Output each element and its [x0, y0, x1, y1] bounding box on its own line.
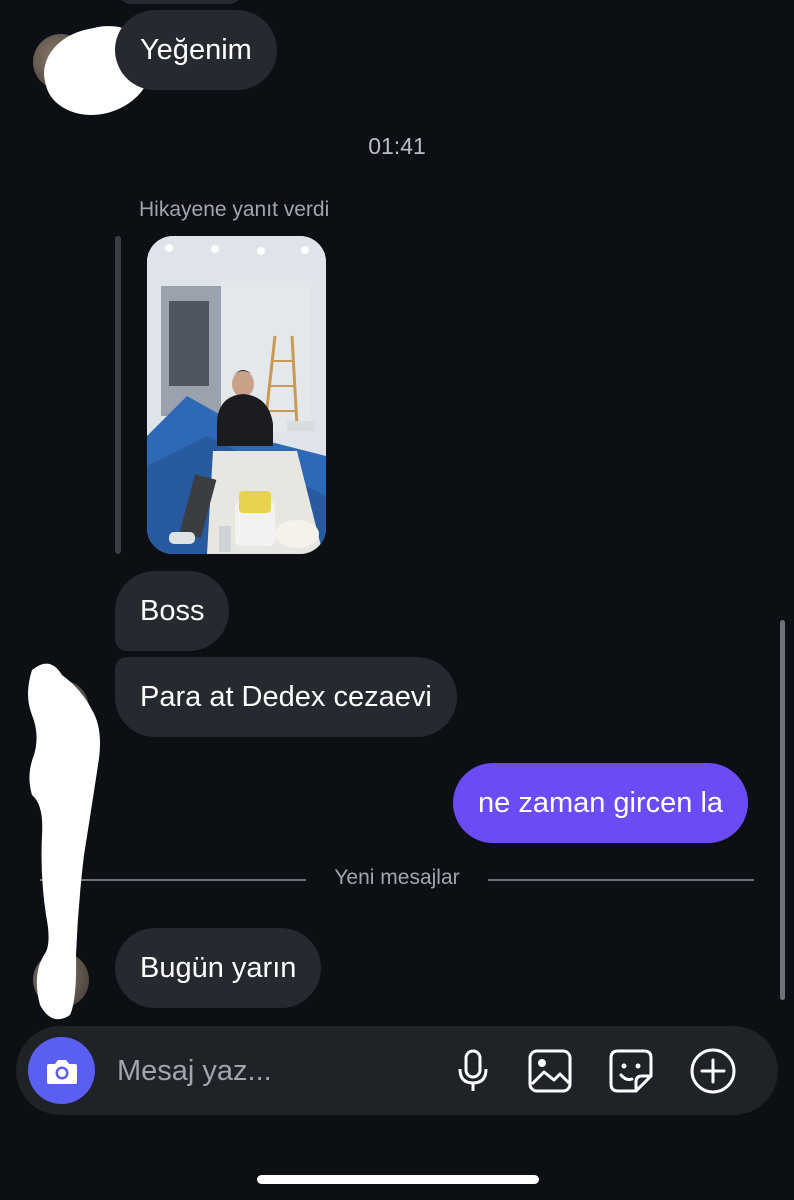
- microphone-icon: [458, 1049, 488, 1091]
- redaction-scribble: [28, 663, 100, 1020]
- story-photo: [147, 236, 326, 554]
- message-bubble-incoming[interactable]: Boss: [115, 571, 230, 651]
- message-bubble-incoming[interactable]: Bugün yarın: [115, 928, 322, 1008]
- story-reply-label: Hikayene yanıt verdi: [139, 198, 330, 221]
- new-messages-divider: Yeni mesajlar: [334, 866, 460, 889]
- previous-bubble-edge: [115, 0, 245, 4]
- scrollbar[interactable]: [780, 620, 785, 1000]
- gallery-button[interactable]: [525, 1046, 575, 1096]
- divider-line-right: [488, 879, 754, 881]
- message-text: Yeğenim: [140, 34, 252, 66]
- story-thumbnail[interactable]: [147, 236, 326, 554]
- message-bubble-incoming[interactable]: Para at Dedex cezaevi: [115, 657, 457, 737]
- plus-icon: [690, 1048, 736, 1094]
- add-button[interactable]: [688, 1046, 738, 1096]
- message-bubble-incoming[interactable]: Yeğenim: [115, 10, 277, 90]
- gallery-icon: [528, 1049, 572, 1093]
- camera-icon: [46, 1059, 77, 1084]
- message-text: ne zaman gircen la: [478, 787, 724, 819]
- home-indicator[interactable]: [257, 1175, 539, 1184]
- message-text: Bugün yarın: [140, 952, 297, 984]
- message-composer: [16, 1026, 778, 1115]
- message-input[interactable]: [115, 1050, 439, 1092]
- camera-button[interactable]: [28, 1037, 95, 1104]
- microphone-button[interactable]: [448, 1046, 498, 1096]
- sticker-button[interactable]: [606, 1046, 656, 1096]
- message-text: Boss: [140, 595, 205, 627]
- sticker-icon: [609, 1049, 653, 1093]
- timestamp: 01:41: [368, 133, 426, 159]
- message-text: Para at Dedex cezaevi: [140, 681, 432, 713]
- reply-quote-bar: [115, 236, 121, 554]
- message-bubble-outgoing[interactable]: ne zaman gircen la: [453, 763, 749, 843]
